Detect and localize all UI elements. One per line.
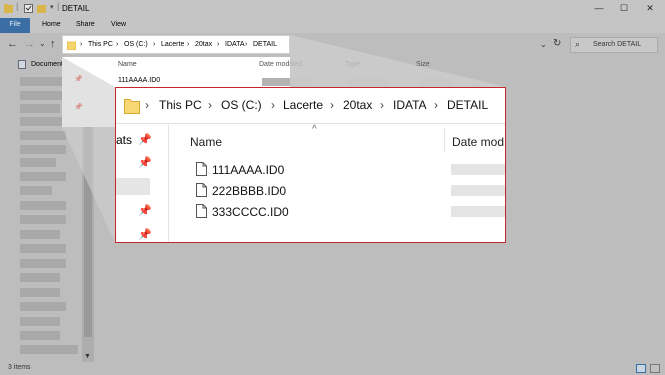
zoomed-address-and-file-list: › This PC › OS (C:) › Lacerte › 20tax › … [115,87,506,243]
pane-divider [168,125,169,242]
pushpin-icon[interactable]: 📌 [138,133,152,146]
file-icon [196,162,207,176]
file-icon [196,204,207,218]
breadcrumb-os-c[interactable]: OS (C:) [221,98,262,112]
breadcrumb-detail[interactable]: DETAIL [447,98,488,112]
status-bar: 3 items [0,362,665,375]
sidebar-selected-item[interactable] [116,178,150,195]
breadcrumb-separator: › [271,98,275,112]
pushpin-icon[interactable]: 📌 [138,228,152,241]
breadcrumb-lacerte[interactable]: Lacerte [283,98,323,112]
breadcrumb-separator: › [434,98,438,112]
breadcrumb-separator: › [145,98,149,112]
breadcrumb-separator: › [208,98,212,112]
file-name: 222BBBB.ID0 [212,184,287,198]
placeholder-cell [451,185,505,196]
breadcrumb-separator: › [380,98,384,112]
pushpin-icon[interactable]: 📌 [138,204,152,217]
column-header-name[interactable]: Name [190,135,222,149]
breadcrumb-separator: › [330,98,334,112]
file-name: 333CCCC.ID0 [212,205,289,219]
column-divider[interactable] [444,128,445,152]
large-icons-view-icon[interactable] [650,364,660,373]
placeholder-cell [451,164,505,175]
item-count: 3 items [8,364,31,371]
file-name: 111AAAA.ID0 [212,163,285,177]
details-view-icon[interactable] [636,364,646,373]
breadcrumb-this-pc[interactable]: This PC [159,98,202,112]
zoomed-navigation-pane: ats 📌 📌 📌 📌 [116,125,168,242]
pushpin-icon[interactable]: 📌 [138,156,152,169]
navigation-pane-label-fragment: ats [116,133,133,147]
breadcrumb-idata[interactable]: IDATA [393,98,427,112]
folder-icon [124,99,140,114]
sort-ascending-icon: ^ [312,124,317,135]
zoomed-address-bar[interactable]: › This PC › OS (C:) › Lacerte › 20tax › … [116,88,505,124]
column-header-date-modified[interactable]: Date mod [452,135,504,149]
file-icon [196,183,207,197]
breadcrumb-20tax[interactable]: 20tax [343,98,372,112]
placeholder-cell [451,206,505,217]
